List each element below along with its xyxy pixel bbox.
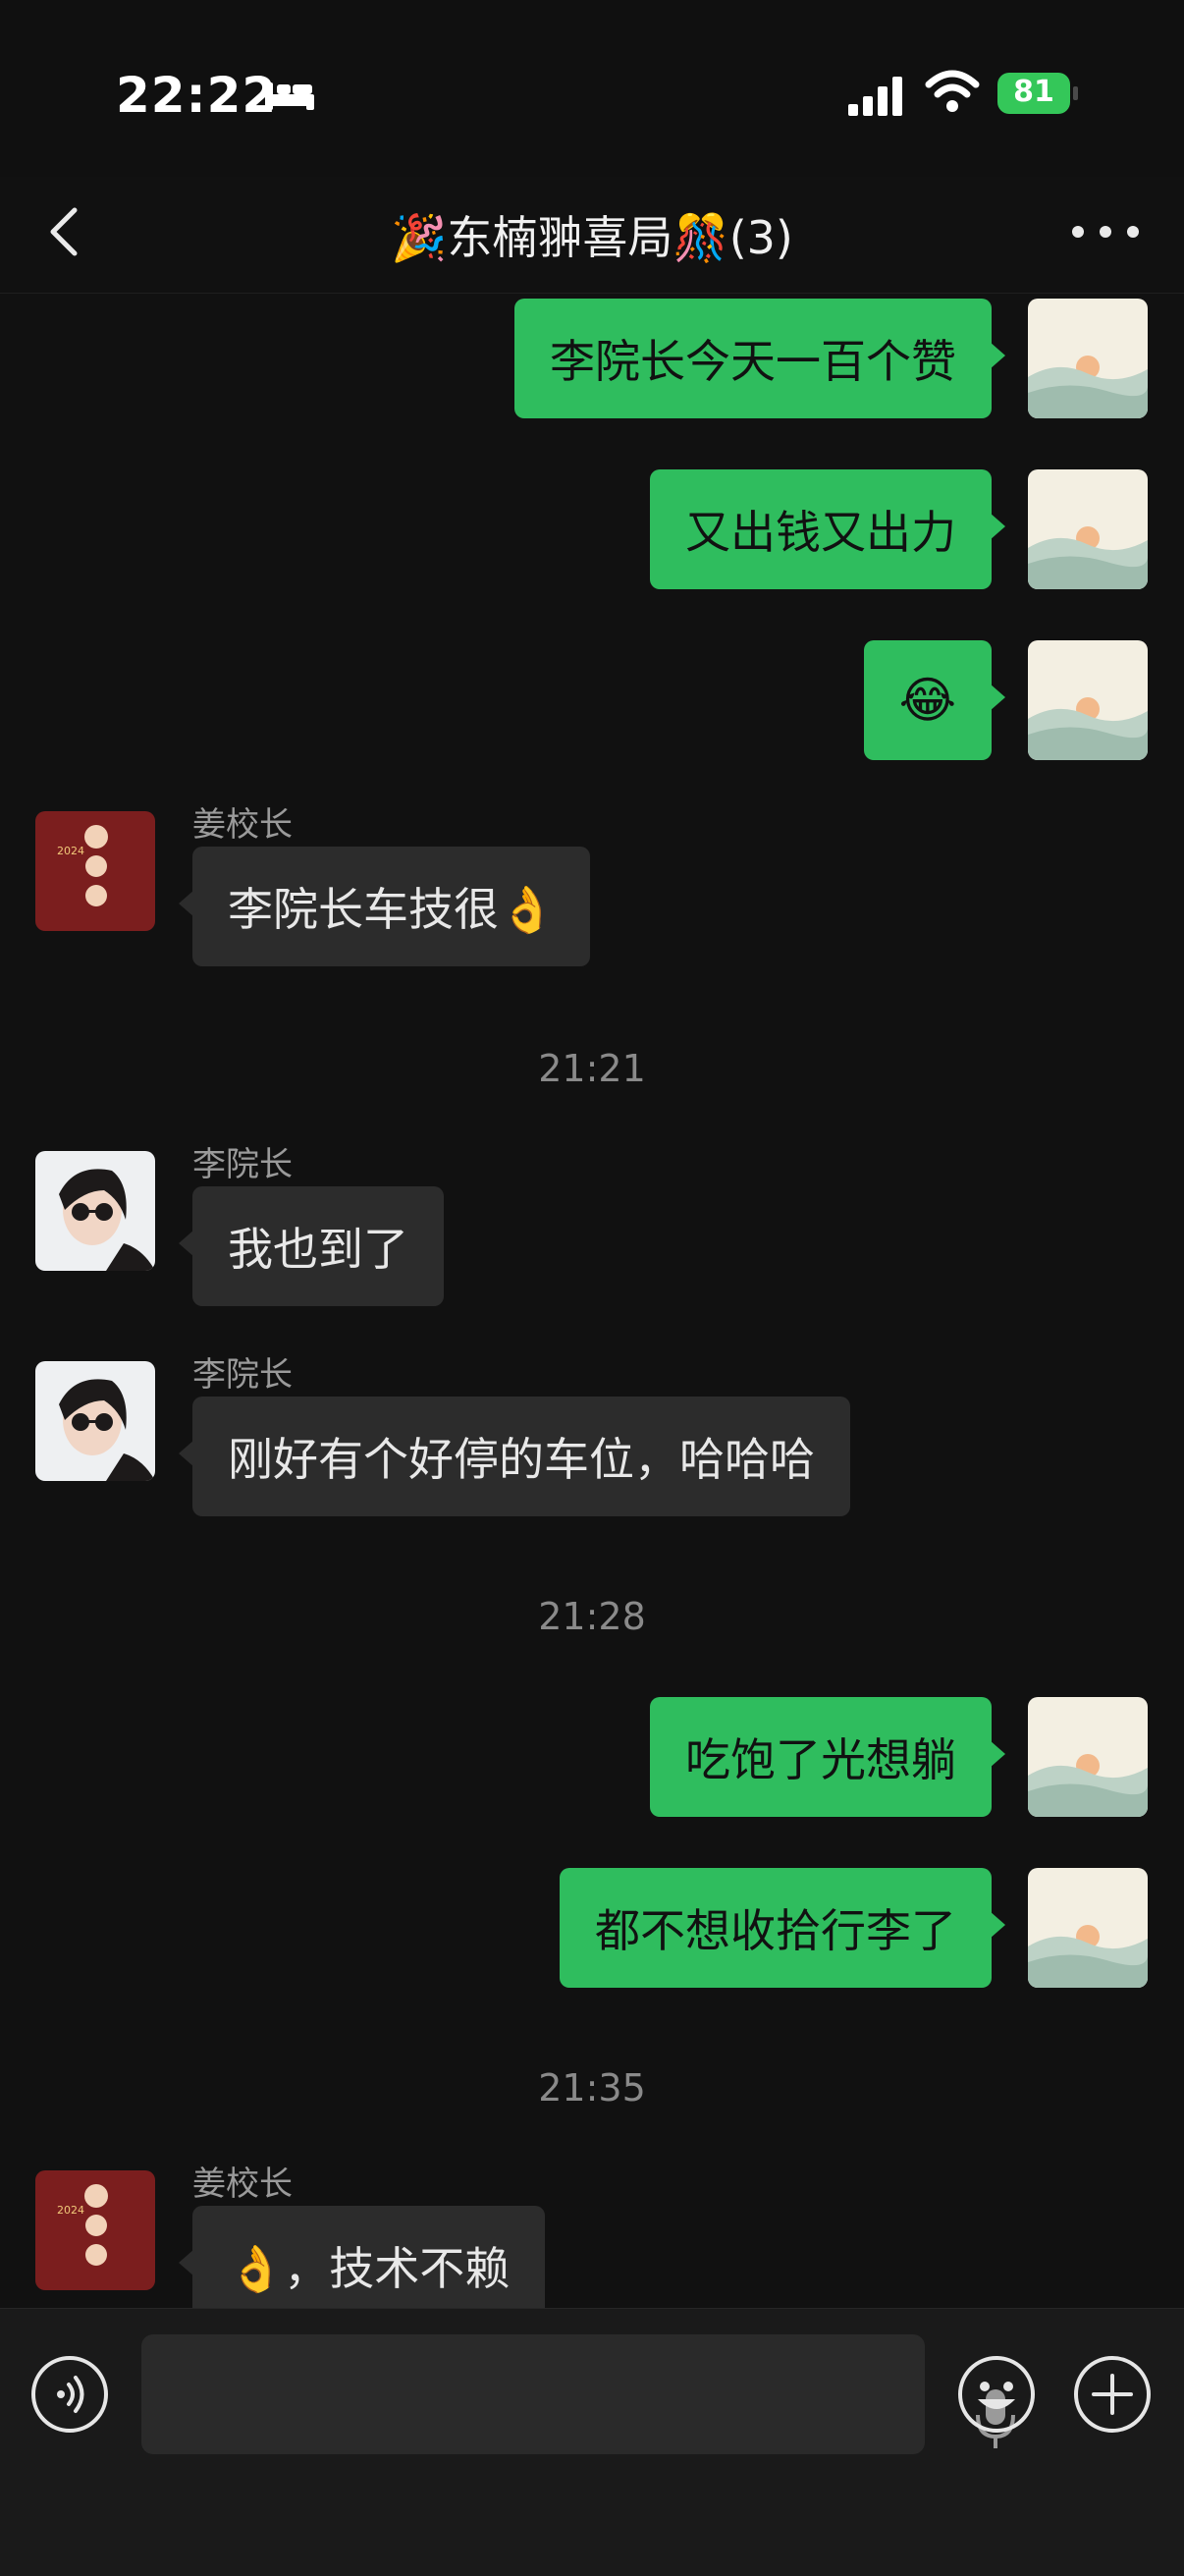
message-bubble[interactable]: 李院长今天一百个赞 [514,299,1005,418]
my-avatar[interactable] [1028,1868,1148,1988]
message-row: 吃饱了光想躺 [0,1697,1184,1817]
message-bubble[interactable]: 吃饱了光想躺 [650,1697,1005,1817]
my-avatar[interactable] [1028,299,1148,418]
message-row: 又出钱又出力 [0,469,1184,589]
bed-icon [265,82,314,110]
message-bubble[interactable]: 👌，技术不赖 [178,2206,546,2308]
my-avatar[interactable] [1028,1697,1148,1817]
sender-name: 姜校长 [192,2165,293,2204]
cellular-signal-icon [848,77,902,116]
svg-text:2024: 2024 [57,2204,84,2217]
timestamp: 21:35 [538,2066,646,2110]
message-bubble[interactable]: 刚好有个好停的车位，哈哈哈 [179,1397,850,1516]
message-row: 2024 姜校长 李院长车技很👌 [0,797,1184,974]
chat-title: 🎉东楠翀喜局🎊(3) [391,211,793,264]
message-bubble[interactable]: 我也到了 [179,1186,444,1306]
message-bubble[interactable]: 😂 [863,640,1006,760]
avatar-jiang[interactable]: 2024 [35,2170,155,2290]
avatar-li[interactable] [35,1151,155,1271]
message-row: 李院长 刚好有个好停的车位，哈哈哈 [0,1347,1184,1524]
wifi-icon [925,70,980,112]
message-bubble[interactable]: 都不想收拾行李了 [560,1868,1005,1988]
chevron-left-icon[interactable] [37,202,96,261]
sender-name: 姜校长 [192,805,293,845]
message-bubble[interactable]: 李院长车技很👌 [178,847,591,966]
plus-icon[interactable] [1072,2354,1153,2435]
message-row: 2024 姜校长 👌，技术不赖 [0,2157,1184,2308]
svg-text:2024: 2024 [57,845,84,857]
sender-name: 李院长 [192,1355,293,1395]
message-row: 李院长 我也到了 [0,1137,1184,1314]
avatar-li[interactable] [35,1361,155,1481]
battery-indicator: 81 [997,73,1078,114]
timestamp: 21:21 [538,1047,646,1090]
message-input[interactable] [141,2334,1015,2454]
message-list[interactable]: 李院长今天一百个赞 又出钱又出力 😂 2024 姜校长 李院长车技很👌 21:2… [0,293,1184,2308]
message-row: 李院长今天一百个赞 [0,299,1184,418]
emoji-icon[interactable] [956,2354,1037,2435]
my-avatar[interactable] [1028,469,1148,589]
timestamp: 21:28 [538,1595,646,1638]
voice-mode-icon[interactable] [29,2354,110,2435]
status-bar: 22:22 81 [0,0,1184,177]
laughing-emoji: 😂 [898,672,956,729]
status-time: 22:22 [116,67,278,124]
avatar-jiang[interactable]: 2024 [35,811,155,931]
more-dots-icon[interactable] [1066,210,1145,253]
message-row: 😂 [0,640,1184,760]
battery-level: 81 [1013,75,1054,109]
message-row: 都不想收拾行李了 [0,1868,1184,1988]
sender-name: 李院长 [192,1145,293,1184]
message-bubble[interactable]: 又出钱又出力 [650,469,1005,589]
my-avatar[interactable] [1028,640,1148,760]
input-bar [0,2308,1184,2576]
chat-header: 🎉东楠翀喜局🎊(3) [0,177,1184,294]
